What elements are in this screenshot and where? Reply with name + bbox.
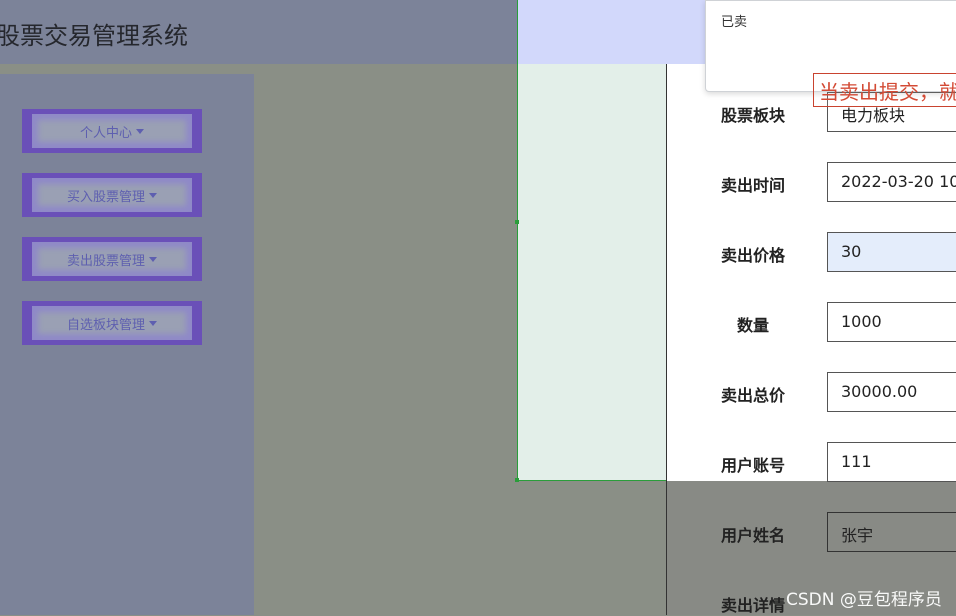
caret-down-icon	[136, 128, 144, 134]
sidebar-item-personal-center[interactable]: 个人中心	[22, 109, 202, 153]
sidebar-item-label: 买入股票管理	[66, 189, 145, 205]
field-label: 卖出时间	[721, 176, 786, 195]
field-label: 股票板块	[721, 106, 786, 125]
field-label: 数量	[737, 316, 770, 335]
sidebar-item-label: 个人中心	[79, 125, 132, 141]
resize-handle[interactable]	[515, 220, 519, 224]
watermark: CSDN @豆包程序员	[786, 590, 942, 610]
sidebar: 个人中心 买入股票管理 卖出股票管理 自选板块管理	[0, 74, 254, 615]
sell-total-input[interactable]: 30000.00	[827, 372, 956, 412]
caret-down-icon	[149, 256, 157, 262]
warning-annotation: 当卖出提交，就	[813, 73, 956, 107]
quantity-input[interactable]: 1000	[827, 302, 956, 342]
dropdown-option[interactable]: 已卖	[721, 11, 747, 30]
sidebar-item-buy-stock[interactable]: 买入股票管理	[22, 173, 202, 217]
sidebar-item-label: 卖出股票管理	[66, 253, 145, 269]
resize-handle[interactable]	[515, 478, 519, 482]
highlight-overlay	[518, 0, 708, 64]
field-label: 卖出价格	[721, 246, 786, 265]
user-account-input[interactable]: 111	[827, 442, 956, 482]
field-label: 卖出详情	[721, 596, 786, 615]
app-title: 股票交易管理系统	[0, 22, 188, 50]
user-name-input[interactable]: 张宇	[827, 512, 956, 552]
sidebar-item-watchlist[interactable]: 自选板块管理	[22, 301, 202, 345]
caret-down-icon	[149, 192, 157, 198]
sidebar-item-label: 自选板块管理	[66, 317, 145, 333]
sell-price-input[interactable]: 30	[827, 232, 956, 272]
field-label: 用户姓名	[721, 526, 786, 545]
sell-time-input[interactable]: 2022-03-20 10:	[827, 162, 956, 202]
sidebar-item-sell-stock[interactable]: 卖出股票管理	[22, 237, 202, 281]
caret-down-icon	[149, 320, 157, 326]
field-label: 卖出总价	[721, 386, 786, 405]
field-label: 用户账号	[721, 456, 786, 475]
